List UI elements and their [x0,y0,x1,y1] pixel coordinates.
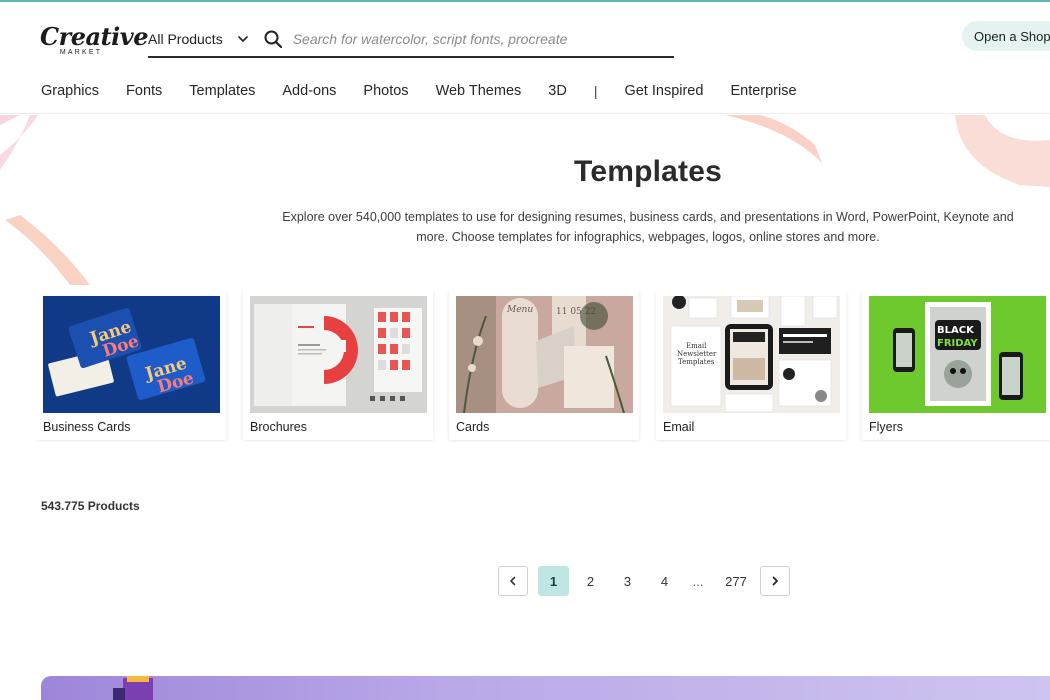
email-thumbnail-line2: Newsletter [677,350,717,358]
logo-wordmark: Creative [40,22,148,51]
search-bar: All Products [148,22,674,58]
nav-item-3d[interactable]: 3D [548,83,567,99]
results-count: 543.775 Products [41,499,140,513]
category-card-label: Email [663,420,695,434]
pagination: 1 2 3 4 ... 277 [498,566,790,596]
category-card-brochures[interactable]: Brochures [243,290,433,440]
business-cards-thumbnail: Jane Doe Jane Doe [43,296,220,413]
nav-item-enterprise[interactable]: Enterprise [730,83,796,99]
category-dropdown[interactable]: All Products [148,24,249,54]
flyer-friday-text: FRIDAY [937,338,978,349]
flyers-thumbnail: BLACK FRIDAY [869,296,1046,413]
email-thumbnail: Email Newsletter Templates [663,296,840,413]
category-card-label: Flyers [869,420,904,434]
hero-section: Templates Explore over 540,000 templates… [0,115,1050,285]
cards-thumbnail: Menu 11 05 22 [456,296,633,413]
decorative-brush-strokes [0,115,1050,285]
nav-item-photos[interactable]: Photos [363,83,408,99]
cards-menu-text: Menu [506,305,533,315]
next-page-button[interactable] [760,566,790,596]
nav-item-get-inspired[interactable]: Get Inspired [624,83,703,99]
category-card-email[interactable]: Email Newsletter Templates Email [656,290,846,440]
category-card-business-cards[interactable]: Jane Doe Jane Doe Business Cards [36,290,226,440]
open-shop-button[interactable]: Open a Shop [962,21,1050,51]
creative-market-logo[interactable]: Creative MARKET [40,22,148,62]
page-title: Templates [574,155,722,188]
brochures-thumbnail [250,296,427,413]
banner-illustration [113,676,153,700]
category-cards: Jane Doe Jane Doe Business Cards Brochur… [36,290,1050,442]
flyer-black-text: BLACK [937,325,975,336]
category-nav: Graphics Fonts Templates Add-ons Photos … [0,68,1050,114]
category-card-label: Cards [456,420,490,434]
pagination-ellipsis: ... [692,573,704,589]
category-card-label: Business Cards [43,420,131,434]
search-input[interactable] [292,31,623,47]
page-2-button[interactable]: 2 [575,566,606,596]
chevron-right-icon [772,576,778,586]
nav-item-graphics[interactable]: Graphics [41,83,99,99]
category-card-cards[interactable]: Menu 11 05 22 Cards [449,290,639,440]
chevron-down-icon [237,36,248,42]
promo-banner[interactable] [41,676,1050,700]
site-header: Creative MARKET All Products Open a Shop [0,2,1050,68]
category-card-flyers[interactable]: BLACK FRIDAY Flyers [862,290,1050,440]
page-3-button[interactable]: 3 [612,566,643,596]
nav-separator: | [593,82,598,99]
page-description: Explore over 540,000 templates to use fo… [282,210,1014,244]
page-4-button[interactable]: 4 [649,566,680,596]
nav-item-web-themes[interactable]: Web Themes [436,83,522,99]
chevron-left-icon [510,576,516,586]
nav-item-fonts[interactable]: Fonts [126,83,162,99]
page-1-button[interactable]: 1 [538,566,569,596]
search-icon[interactable] [263,29,283,49]
nav-item-add-ons[interactable]: Add-ons [282,83,336,99]
page-last-button[interactable]: 277 [716,566,756,596]
category-card-label: Brochures [250,420,307,434]
category-dropdown-label: All Products [148,31,223,47]
email-thumbnail-line3: Templates [678,358,715,366]
email-thumbnail-line1: Email [686,342,707,350]
nav-item-templates[interactable]: Templates [189,83,255,99]
previous-page-button[interactable] [498,566,528,596]
